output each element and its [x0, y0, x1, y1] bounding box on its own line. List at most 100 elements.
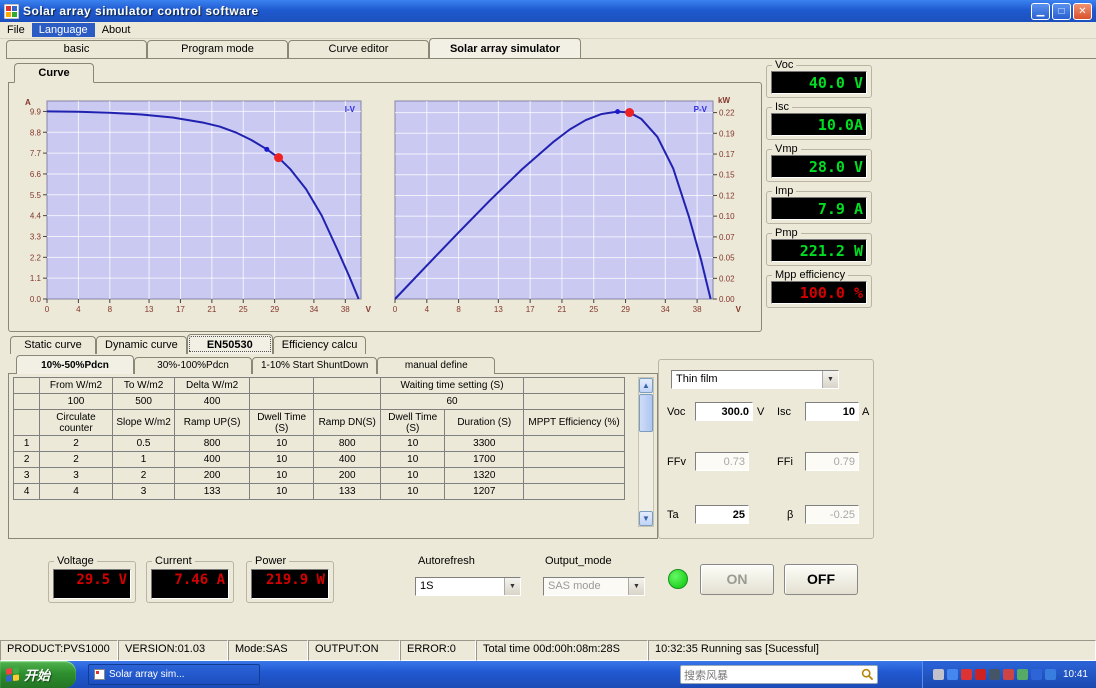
table-cell[interactable]: 2: [39, 435, 113, 452]
tray-icon[interactable]: [932, 669, 944, 680]
table-cell[interactable]: 10: [248, 435, 315, 452]
innertab-1-10-start-shuntdown[interactable]: 1-10% Start ShuntDown: [252, 357, 378, 374]
table-cell[interactable]: 400: [313, 451, 381, 468]
table-cell[interactable]: [523, 483, 625, 500]
scroll-up-icon[interactable]: ▲: [639, 378, 653, 393]
table-cell[interactable]: [523, 467, 625, 484]
scroll-down-icon[interactable]: ▼: [639, 511, 653, 526]
table-cell[interactable]: 800: [174, 435, 250, 452]
tray-icon[interactable]: [1002, 669, 1014, 680]
tab-solar-array-simulator[interactable]: Solar array simulator: [429, 38, 581, 58]
table-cell[interactable]: 10: [248, 483, 315, 500]
table-cell[interactable]: [523, 435, 625, 452]
title-bar[interactable]: Solar array simulator control software ▁…: [0, 0, 1096, 22]
table-corner-cell: [12, 393, 41, 410]
readout-imp: Imp 7.9 A: [766, 185, 872, 224]
table-cell[interactable]: 10: [379, 435, 446, 452]
table-cell[interactable]: [523, 393, 625, 410]
table-cell[interactable]: 1700: [444, 451, 525, 468]
start-button[interactable]: 开始: [0, 661, 76, 688]
isc-input[interactable]: [805, 402, 859, 421]
table-cell[interactable]: 133: [313, 483, 381, 500]
innertab-manual-define[interactable]: manual define: [377, 357, 496, 374]
innertab-30-100-pdcn[interactable]: 30%-100%Pdcn: [134, 357, 252, 374]
table-cell[interactable]: 800: [313, 435, 381, 452]
svg-text:0.12: 0.12: [719, 191, 735, 200]
table-cell[interactable]: 1320: [444, 467, 525, 484]
table-cell[interactable]: 10: [248, 451, 315, 468]
table-cell[interactable]: 3: [39, 467, 113, 484]
table-cell[interactable]: 60: [379, 393, 525, 410]
subtab-en50530[interactable]: EN50530: [186, 334, 273, 354]
status-segment: Mode:SAS: [228, 640, 308, 661]
svg-text:21: 21: [557, 305, 566, 314]
table-scrollbar[interactable]: ▲ ▼: [638, 377, 654, 527]
table-cell[interactable]: 2: [111, 467, 176, 484]
tray-icon[interactable]: [1044, 669, 1056, 680]
menu-item-file[interactable]: File: [0, 23, 32, 37]
on-button[interactable]: ON: [700, 564, 774, 595]
tray-icon[interactable]: [974, 669, 986, 680]
table-row: 100 500 400 60: [12, 393, 625, 410]
off-button[interactable]: OFF: [784, 564, 858, 595]
subtab-static-curve[interactable]: Static curve: [10, 336, 96, 354]
taskbar-task-solar-array[interactable]: Solar array sim...: [88, 664, 260, 685]
table-cell[interactable]: 3300: [444, 435, 525, 452]
en50530-section: Static curve Dynamic curve EN50530 Efficien…: [8, 334, 874, 547]
tab-curve[interactable]: Curve: [14, 63, 94, 83]
tray-icon[interactable]: [960, 669, 972, 680]
table-cell[interactable]: 10: [379, 451, 446, 468]
minimize-button[interactable]: ▁: [1031, 2, 1050, 20]
maximize-button[interactable]: □: [1052, 2, 1071, 20]
table-cell[interactable]: [248, 393, 315, 410]
tray-icon[interactable]: [988, 669, 1000, 680]
table-cell[interactable]: 200: [313, 467, 381, 484]
table-cell[interactable]: 10: [379, 467, 446, 484]
table-cell[interactable]: 200: [174, 467, 250, 484]
svg-text:0.22: 0.22: [719, 109, 735, 118]
search-icon[interactable]: [861, 668, 874, 681]
status-segment: ERROR:0: [400, 640, 476, 661]
table-cell[interactable]: 4: [39, 483, 113, 500]
module-type-select[interactable]: Thin film ▼: [671, 370, 839, 389]
table-cell[interactable]: 2: [39, 451, 113, 468]
innertab-10-50-pdcn[interactable]: 10%-50%Pdcn: [16, 355, 134, 374]
ffv-input: [695, 452, 749, 471]
module-type-value: Thin film: [676, 373, 718, 385]
table-cell[interactable]: 133: [174, 483, 250, 500]
table-cell[interactable]: 0.5: [111, 435, 176, 452]
subtab-dynamic-curve[interactable]: Dynamic curve: [96, 336, 187, 354]
table-cell[interactable]: 10: [248, 467, 315, 484]
tray-icon[interactable]: [946, 669, 958, 680]
output-mode-value: SAS mode: [548, 580, 601, 592]
table-cell[interactable]: 1: [111, 451, 176, 468]
table-cell[interactable]: [313, 393, 381, 410]
table-header-cell: Dwell Time (S): [379, 409, 446, 436]
menu-item-language[interactable]: Language: [31, 23, 95, 37]
tab-program-mode[interactable]: Program mode: [147, 40, 288, 58]
chevron-down-icon[interactable]: ▼: [822, 371, 838, 388]
table-cell[interactable]: 10: [379, 483, 446, 500]
table-row: 4 4 3 133 10 133 10 1207: [12, 483, 625, 500]
voc-input[interactable]: [695, 402, 753, 421]
autorefresh-select[interactable]: 1S ▼: [415, 577, 521, 596]
table-cell[interactable]: 400: [174, 451, 250, 468]
table-cell[interactable]: 400: [174, 393, 250, 410]
chevron-down-icon[interactable]: ▼: [504, 578, 520, 595]
table-cell[interactable]: 100: [39, 393, 113, 410]
scrollbar-thumb[interactable]: [639, 394, 653, 432]
close-button[interactable]: ✕: [1073, 2, 1092, 20]
table-cell[interactable]: [523, 451, 625, 468]
tab-curve-editor[interactable]: Curve editor: [288, 40, 429, 58]
tray-icon[interactable]: [1030, 669, 1042, 680]
taskbar-search-input[interactable]: 搜索风暴: [680, 665, 878, 684]
tab-basic[interactable]: basic: [6, 40, 147, 58]
table-cell[interactable]: 1207: [444, 483, 525, 500]
table-cell[interactable]: 3: [111, 483, 176, 500]
table-cell[interactable]: 500: [111, 393, 176, 410]
menu-item-about[interactable]: About: [95, 23, 138, 37]
ta-input[interactable]: [695, 505, 749, 524]
readout-label: Pmp: [772, 227, 801, 239]
tray-icon[interactable]: [1016, 669, 1028, 680]
subtab-efficiency-calcu[interactable]: Efficiency calcu: [272, 336, 367, 354]
